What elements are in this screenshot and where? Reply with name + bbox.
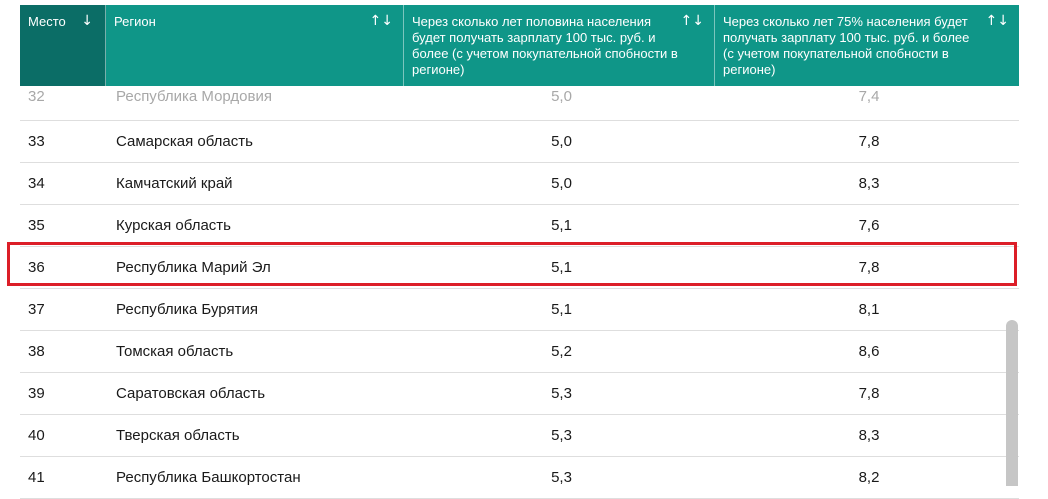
column-header-region-label: Регион [114, 14, 156, 29]
table-body: 32 Республика Мордовия 5,0 7,4 33 Самарс… [20, 86, 1019, 499]
half-population-cell: 5,3 [551, 427, 572, 444]
half-population-cell: 5,0 [551, 175, 572, 192]
highlight-frame [7, 242, 1017, 286]
region-cell: Самарская область [116, 133, 253, 150]
rank-cell: 39 [28, 385, 45, 402]
region-cell: Саратовская область [116, 385, 266, 402]
75-percent-population-cell: 8,2 [858, 469, 880, 486]
half-population-cell: 5,2 [551, 343, 572, 360]
half-population-cell: 5,1 [551, 301, 572, 318]
rank-cell: 41 [28, 469, 45, 486]
table-row: 39 Саратовская область 5,3 7,8 [20, 373, 1019, 415]
half-population-cell: 5,0 [551, 88, 572, 105]
column-header-rank-label: Место [28, 14, 66, 29]
region-cell: Тверская область [116, 427, 240, 444]
region-cell: Томская область [116, 343, 234, 360]
75-percent-population-cell: 8,1 [858, 301, 880, 318]
75-percent-population-cell: 8,3 [858, 427, 880, 444]
column-header-75-percent-population-label: Через сколько лет 75% населения будет по… [723, 14, 970, 77]
sort-toggle-icon[interactable]: ↑↓ [681, 13, 704, 29]
half-population-cell: 5,3 [551, 469, 572, 486]
column-header-75-percent-population[interactable]: Через сколько лет 75% населения будет по… [715, 5, 1019, 86]
sort-toggle-icon[interactable]: ↑↓ [986, 13, 1009, 29]
table-row: 32 Республика Мордовия 5,0 7,4 [20, 86, 1019, 121]
75-percent-population-cell: 7,6 [858, 217, 880, 234]
table-row: 40 Тверская область 5,3 8,3 [20, 415, 1019, 457]
rank-cell: 34 [28, 175, 45, 192]
table-row: 33 Самарская область 5,0 7,8 [20, 121, 1019, 163]
table-row: 41 Республика Башкортостан 5,3 8,2 [20, 457, 1019, 499]
rank-cell: 37 [28, 301, 45, 318]
region-cell: Курская область [116, 217, 231, 234]
column-header-region[interactable]: Регион ↑↓ [106, 5, 404, 86]
half-population-cell: 5,1 [551, 217, 572, 234]
rank-cell: 40 [28, 427, 45, 444]
region-cell: Республика Башкортостан [116, 469, 301, 486]
column-header-half-population-label: Через сколько лет половина населения буд… [412, 14, 678, 77]
75-percent-population-cell: 8,6 [858, 343, 880, 360]
half-population-cell: 5,3 [551, 385, 572, 402]
75-percent-population-cell: 7,8 [858, 385, 880, 402]
table-row: 35 Курская область 5,1 7,6 [20, 205, 1019, 247]
table-row: 37 Республика Бурятия 5,1 8,1 [20, 289, 1019, 331]
rank-cell: 32 [28, 88, 45, 105]
column-header-rank[interactable]: Место ↓ [20, 5, 106, 86]
table-header: Место ↓ Регион ↑↓ Через сколько лет поло… [20, 5, 1019, 86]
region-cell: Камчатский край [116, 175, 233, 192]
rank-cell: 33 [28, 133, 45, 150]
table-row: 34 Камчатский край 5,0 8,3 [20, 163, 1019, 205]
column-header-half-population[interactable]: Через сколько лет половина населения буд… [404, 5, 715, 86]
sort-descending-icon[interactable]: ↓ [81, 13, 93, 29]
sort-toggle-icon[interactable]: ↑↓ [370, 13, 393, 29]
scrollbar-thumb[interactable] [1006, 320, 1018, 486]
rank-cell: 35 [28, 217, 45, 234]
region-cell: Республика Бурятия [116, 301, 258, 318]
75-percent-population-cell: 7,4 [858, 88, 880, 105]
half-population-cell: 5,0 [551, 133, 572, 150]
table-row: 38 Томская область 5,2 8,6 [20, 331, 1019, 373]
rank-cell: 38 [28, 343, 45, 360]
75-percent-population-cell: 7,8 [858, 133, 880, 150]
region-cell: Республика Мордовия [116, 88, 272, 105]
75-percent-population-cell: 8,3 [858, 175, 880, 192]
